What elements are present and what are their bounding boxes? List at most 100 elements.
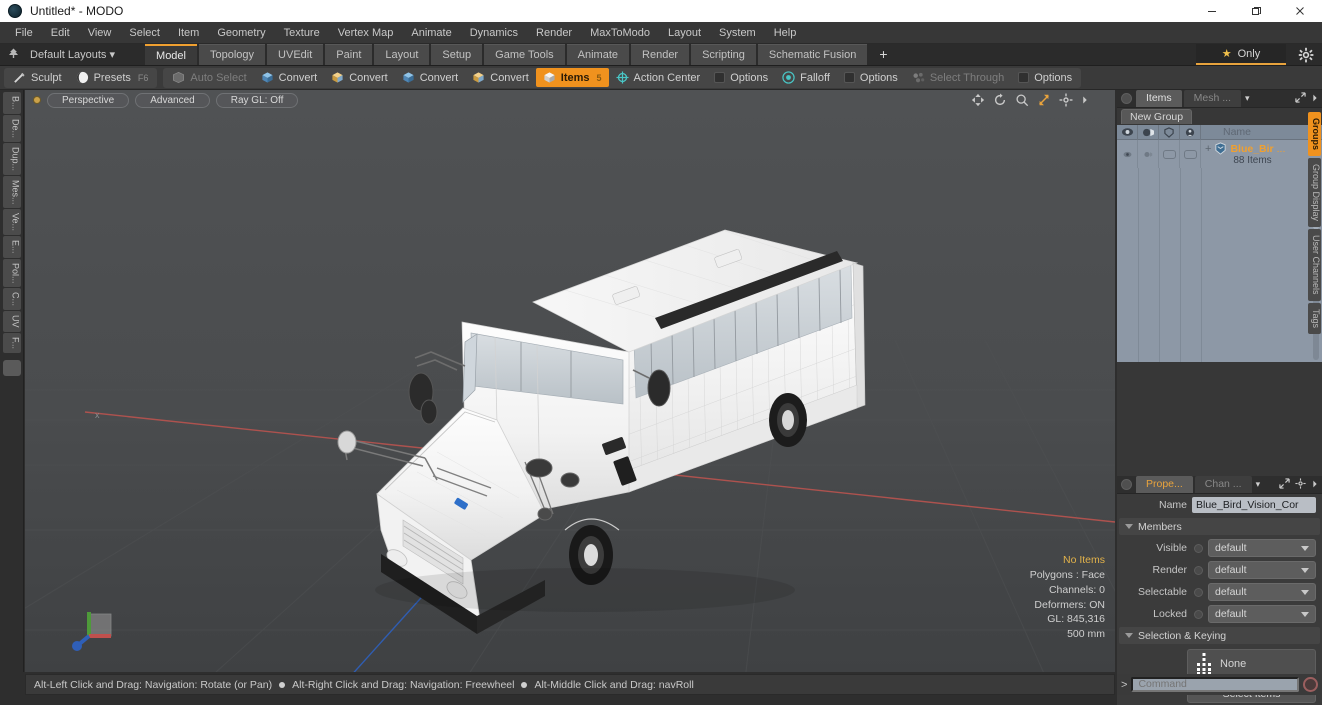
- menu-item-edit[interactable]: Edit: [42, 22, 79, 44]
- menu-item-vertex-map[interactable]: Vertex Map: [329, 22, 403, 44]
- panel-chevron-right-icon[interactable]: [1311, 93, 1319, 103]
- left-tab-0[interactable]: B...: [2, 92, 21, 114]
- members-section-header[interactable]: Members: [1119, 518, 1320, 535]
- menu-item-system[interactable]: System: [710, 22, 765, 44]
- viewport-raygl-dropdown[interactable]: Ray GL: Off: [215, 92, 299, 108]
- pan-icon[interactable]: [971, 93, 985, 107]
- row-render-toggle[interactable]: [1138, 140, 1159, 168]
- default-layouts-dropdown[interactable]: Default Layouts ▾: [26, 48, 125, 61]
- left-tab-4[interactable]: Ve...: [2, 209, 21, 236]
- close-button[interactable]: [1278, 0, 1322, 22]
- layout-settings-gear-icon[interactable]: [1298, 47, 1314, 63]
- menu-item-item[interactable]: Item: [169, 22, 208, 44]
- property-dropdown-render[interactable]: default: [1208, 561, 1316, 579]
- render-icon[interactable]: [1138, 124, 1159, 140]
- menu-item-select[interactable]: Select: [120, 22, 169, 44]
- menu-item-dynamics[interactable]: Dynamics: [461, 22, 527, 44]
- menu-item-render[interactable]: Render: [527, 22, 581, 44]
- property-dropdown-selectable[interactable]: default: [1208, 583, 1316, 601]
- layout-tab-uvedit[interactable]: UVEdit: [267, 44, 324, 65]
- menu-item-view[interactable]: View: [79, 22, 121, 44]
- layout-tab-scripting[interactable]: Scripting: [691, 44, 756, 65]
- properties-expand-icon[interactable]: [1279, 478, 1290, 489]
- left-tab-3[interactable]: Mes...: [2, 175, 21, 209]
- toolbar-button-convert[interactable]: Convert: [254, 68, 325, 87]
- property-override-toggle[interactable]: [1194, 609, 1203, 619]
- expand-icon[interactable]: [1295, 92, 1306, 103]
- layout-tab-game-tools[interactable]: Game Tools: [484, 44, 565, 65]
- layout-tab-animate[interactable]: Animate: [566, 44, 630, 65]
- side-tab-group-display[interactable]: Group Display: [1308, 158, 1321, 228]
- layout-tab-schematic-fusion[interactable]: Schematic Fusion: [757, 44, 868, 65]
- left-tab-7[interactable]: C...: [2, 288, 21, 311]
- left-tab-6[interactable]: Pol...: [2, 258, 21, 288]
- rotate-icon[interactable]: [993, 93, 1007, 107]
- toolbar-button-options[interactable]: Options: [707, 68, 775, 87]
- toolbar-button-falloff[interactable]: Falloff: [775, 68, 837, 87]
- fit-icon[interactable]: [1037, 93, 1051, 107]
- menu-item-texture[interactable]: Texture: [275, 22, 329, 44]
- properties-tabs-chevron-down-icon[interactable]: ▾: [1256, 479, 1261, 490]
- menu-item-geometry[interactable]: Geometry: [208, 22, 274, 44]
- school-bus-3d-model[interactable]: [25, 90, 1115, 672]
- toolbar-button-convert[interactable]: Convert: [465, 68, 536, 87]
- tab-mesh[interactable]: Mesh ...: [1183, 90, 1242, 107]
- property-override-toggle[interactable]: [1194, 543, 1203, 553]
- menu-item-animate[interactable]: Animate: [402, 22, 460, 44]
- property-override-toggle[interactable]: [1194, 565, 1203, 575]
- properties-menu-icon[interactable]: [1121, 479, 1132, 490]
- left-tab-1[interactable]: De...: [2, 114, 21, 142]
- new-group-button[interactable]: New Group: [1121, 109, 1193, 124]
- left-tab-5[interactable]: E...: [2, 236, 21, 258]
- toolbar-button-presets[interactable]: Presets F6: [69, 68, 156, 87]
- toolbar-button-convert[interactable]: Convert: [395, 68, 466, 87]
- toolbar-button-options[interactable]: Options: [837, 68, 905, 87]
- panel-tabs-chevron-down-icon[interactable]: ▾: [1245, 93, 1250, 104]
- layout-tab-topology[interactable]: Topology: [199, 44, 266, 65]
- layout-tab-render[interactable]: Render: [631, 44, 690, 65]
- command-input[interactable]: [1131, 677, 1299, 692]
- item-row-name-cell[interactable]: + Blue_Bir ... 88 Items: [1201, 140, 1322, 168]
- property-dropdown-visible[interactable]: default: [1208, 539, 1316, 557]
- menu-item-help[interactable]: Help: [765, 22, 806, 44]
- tab-channels[interactable]: Chan ...: [1194, 476, 1252, 493]
- viewport-projection-dropdown[interactable]: Perspective: [47, 92, 130, 108]
- menu-item-file[interactable]: File: [6, 22, 42, 44]
- left-tab-2[interactable]: Dup...: [2, 142, 21, 175]
- toolbar-button-convert[interactable]: Convert: [324, 68, 395, 87]
- side-tab-user-channels[interactable]: User Channels: [1308, 229, 1321, 301]
- tab-items[interactable]: Items: [1136, 90, 1182, 107]
- panel-menu-icon[interactable]: [1121, 93, 1132, 104]
- table-row[interactable]: + Blue_Bir ... 88 Items: [1117, 140, 1322, 168]
- layout-tree-icon[interactable]: [0, 47, 26, 63]
- layout-tab-model[interactable]: Model: [145, 44, 197, 65]
- left-tab-8[interactable]: UV: [2, 311, 21, 332]
- row-lock-toggle[interactable]: [1180, 140, 1201, 168]
- item-list-empty-area[interactable]: [1117, 168, 1322, 362]
- toolbar-button-action-center[interactable]: Action Center: [609, 68, 708, 87]
- zoom-icon[interactable]: [1015, 93, 1029, 107]
- chevron-right-icon[interactable]: [1081, 93, 1089, 107]
- eye-icon[interactable]: [1117, 124, 1138, 140]
- toolbar-button-items[interactable]: Items 5: [535, 68, 609, 87]
- toolbar-button-sculpt[interactable]: Sculpt: [6, 68, 69, 87]
- toolbar-button-auto-select[interactable]: Auto Select: [165, 68, 253, 87]
- maximize-button[interactable]: [1234, 0, 1278, 22]
- selection-keying-section-header[interactable]: Selection & Keying: [1119, 627, 1320, 644]
- lock-icon[interactable]: [1180, 124, 1201, 140]
- record-icon[interactable]: [1303, 677, 1318, 692]
- only-toggle[interactable]: ★ Only: [1196, 44, 1286, 65]
- toolbar-button-options[interactable]: Options: [1011, 68, 1079, 87]
- toolbar-button-select-through[interactable]: Select Through: [905, 68, 1011, 87]
- layout-tab-setup[interactable]: Setup: [431, 44, 483, 65]
- viewport-shading-dropdown[interactable]: Advanced: [135, 92, 210, 108]
- gear-icon[interactable]: [1059, 93, 1073, 107]
- add-layout-tab-button[interactable]: +: [869, 44, 897, 65]
- property-dropdown-locked[interactable]: default: [1208, 605, 1316, 623]
- left-tab-9[interactable]: F...: [2, 332, 21, 353]
- side-tab-tags[interactable]: Tags: [1308, 302, 1321, 334]
- menu-item-layout[interactable]: Layout: [659, 22, 710, 44]
- layout-tab-paint[interactable]: Paint: [325, 44, 373, 65]
- row-selectable-toggle[interactable]: [1159, 140, 1180, 168]
- 3d-viewport[interactable]: x Perspective Advanced Ray GL: Off No It…: [25, 90, 1115, 672]
